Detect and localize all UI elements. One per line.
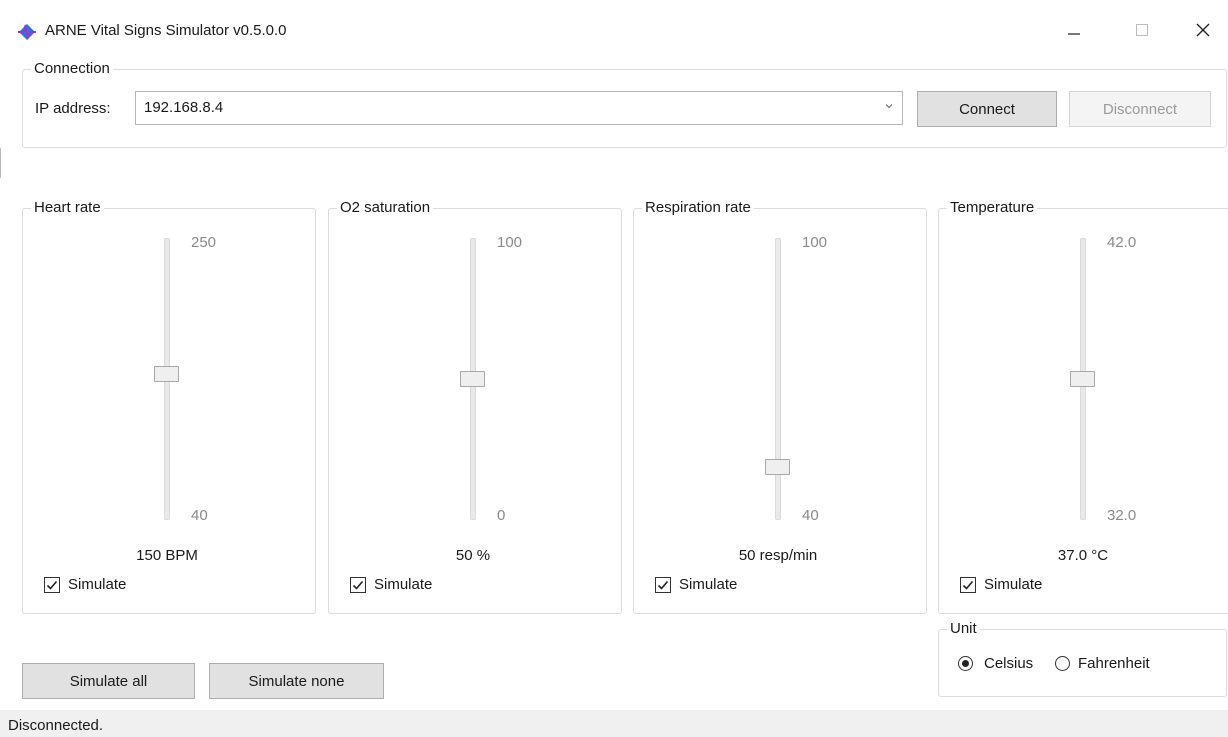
ip-address-label: IP address: [35, 100, 111, 117]
o2-saturation-simulate-checkbox[interactable] [350, 577, 366, 593]
respiration-rate-value-label: 50 resp/min [738, 547, 818, 564]
connection-legend: Connection [31, 60, 113, 78]
connect-button[interactable]: Connect [917, 91, 1057, 127]
respiration-rate-slider-thumb[interactable] [765, 459, 790, 475]
title-bar: ARNE Vital Signs Simulator v0.5.0.0 [0, 0, 1228, 62]
window-edge [0, 148, 1, 178]
maximize-icon [1136, 24, 1148, 36]
temperature-min-label: 32.0 [1107, 507, 1137, 524]
respiration-rate-simulate-checkbox[interactable] [655, 577, 671, 593]
temperature-simulate-checkbox[interactable] [960, 577, 976, 593]
o2-saturation-simulate-label[interactable]: Simulate [374, 576, 432, 593]
o2-saturation-max-label: 100 [497, 234, 523, 251]
heart-rate-slider-thumb[interactable] [154, 366, 179, 382]
heart-rate-legend: Heart rate [31, 199, 104, 217]
radio-selected-dot [962, 660, 969, 667]
fahrenheit-radio[interactable] [1055, 656, 1070, 671]
heart-rate-simulate-label[interactable]: Simulate [68, 576, 126, 593]
respiration-rate-max-label: 100 [802, 234, 828, 251]
minimize-button[interactable] [1049, 10, 1099, 50]
minimize-icon [1068, 33, 1080, 35]
heart-rate-max-label: 250 [191, 234, 217, 251]
checkmark-icon [962, 580, 974, 590]
o2-saturation-legend: O2 saturation [337, 199, 434, 217]
maximize-button[interactable] [1117, 10, 1167, 50]
unit-legend: Unit [947, 620, 980, 638]
checkmark-icon [352, 580, 364, 590]
temperature-simulate-label[interactable]: Simulate [984, 576, 1042, 593]
heart-rate-simulate-checkbox[interactable] [44, 577, 60, 593]
respiration-rate-simulate-label[interactable]: Simulate [679, 576, 737, 593]
temperature-legend: Temperature [947, 199, 1038, 217]
celsius-label[interactable]: Celsius [984, 655, 1033, 672]
checkmark-icon [46, 580, 58, 590]
celsius-radio[interactable] [958, 656, 973, 671]
app-logo-icon [17, 22, 37, 42]
chevron-down-icon[interactable] [884, 101, 894, 111]
o2-saturation-value-label: 50 % [455, 547, 491, 564]
respiration-rate-min-label: 40 [802, 507, 819, 524]
respiration-rate-legend: Respiration rate [642, 199, 754, 217]
temperature-value-label: 37.0 °C [1057, 547, 1109, 564]
close-button[interactable] [1178, 10, 1228, 50]
ip-address-combobox[interactable]: 192.168.8.4 [135, 91, 903, 125]
respiration-rate-slider-track[interactable] [775, 238, 781, 520]
fahrenheit-label[interactable]: Fahrenheit [1078, 655, 1150, 672]
simulate-none-button[interactable]: Simulate none [209, 663, 384, 699]
temperature-max-label: 42.0 [1107, 234, 1137, 251]
o2-saturation-min-label: 0 [497, 507, 506, 524]
heart-rate-value-label: 150 BPM [136, 547, 198, 564]
window-title: ARNE Vital Signs Simulator v0.5.0.0 [45, 22, 287, 39]
simulate-all-button[interactable]: Simulate all [22, 663, 195, 699]
close-icon [1196, 23, 1210, 37]
o2-saturation-slider-thumb[interactable] [460, 371, 485, 387]
checkmark-icon [657, 580, 669, 590]
disconnect-button[interactable]: Disconnect [1069, 91, 1211, 127]
temperature-slider-thumb[interactable] [1070, 371, 1095, 387]
status-bar: Disconnected. [0, 710, 1228, 737]
heart-rate-min-label: 40 [191, 507, 208, 524]
ip-address-value: 192.168.8.4 [144, 99, 224, 116]
status-text: Disconnected. [8, 717, 104, 734]
